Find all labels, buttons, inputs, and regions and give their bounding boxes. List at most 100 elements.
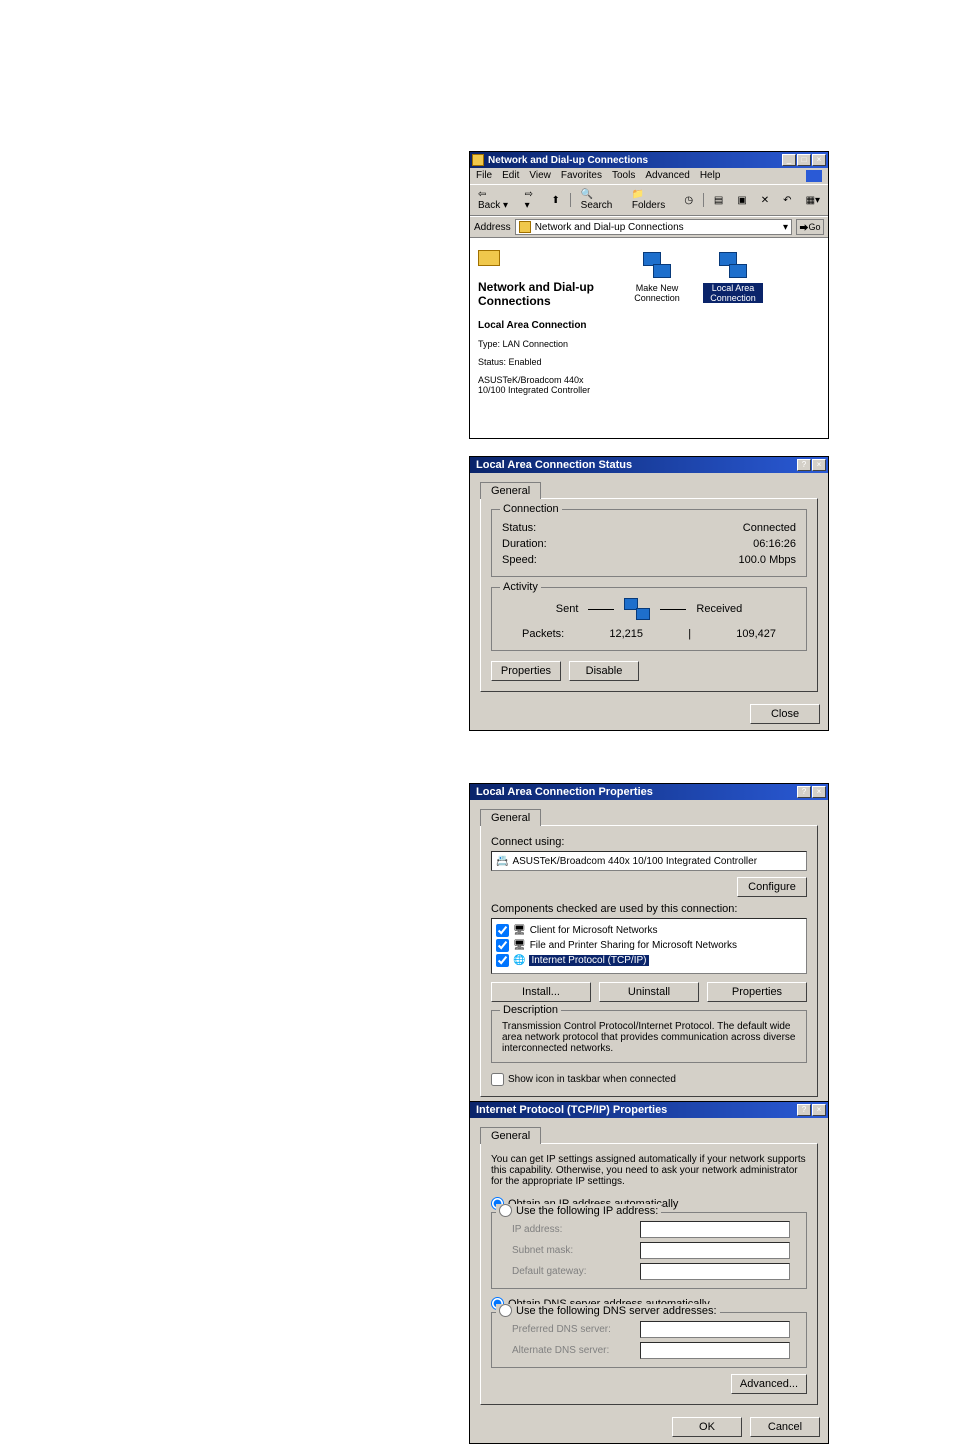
- tab-general[interactable]: General: [480, 809, 541, 826]
- tab-general[interactable]: General: [480, 482, 541, 499]
- gateway-input[interactable]: [640, 1263, 790, 1280]
- address-label: Address: [474, 222, 511, 233]
- toolbar: ⇦ Back ▾ ⇨ ▾ ⬆ 🔍 Search 📁 Folders ◷ ▤ ▣ …: [470, 184, 828, 216]
- component-fileshare[interactable]: 🖥File and Printer Sharing for Microsoft …: [496, 938, 802, 953]
- menu-help[interactable]: Help: [700, 170, 721, 182]
- adapter-name: ASUSTeK/Broadcom 440x 10/100 Integrated …: [512, 856, 757, 867]
- uninstall-button[interactable]: Uninstall: [599, 982, 699, 1002]
- description-group: Description Transmission Control Protoco…: [491, 1010, 807, 1063]
- search-button[interactable]: 🔍 Search: [577, 187, 622, 213]
- properties-button[interactable]: Properties: [491, 661, 561, 681]
- back-button[interactable]: ⇦ Back ▾: [474, 187, 515, 213]
- help-button[interactable]: ?: [797, 786, 811, 798]
- menu-file[interactable]: File: [476, 170, 492, 182]
- pdns-input[interactable]: [640, 1321, 790, 1338]
- component-client[interactable]: 🖥 Client for Microsoft Networks: [496, 923, 802, 938]
- description-text: Transmission Control Protocol/Internet P…: [502, 1021, 796, 1054]
- move-button[interactable]: ▤: [710, 193, 727, 208]
- connection-legend: Connection: [500, 503, 562, 515]
- line-icon: [588, 609, 614, 610]
- ok-button[interactable]: OK: [672, 1417, 742, 1437]
- folders-button[interactable]: 📁 Folders: [628, 187, 675, 213]
- views-button[interactable]: ▦▾: [802, 193, 824, 208]
- address-box[interactable]: Network and Dial-up Connections ▾: [515, 219, 792, 235]
- ip-field: IP address:: [494, 1219, 800, 1240]
- cancel-button[interactable]: Cancel: [750, 1417, 820, 1437]
- menu-advanced[interactable]: Advanced: [645, 170, 689, 182]
- speed-value: 100.0 Mbps: [739, 554, 796, 566]
- advanced-button[interactable]: Advanced...: [731, 1374, 807, 1394]
- make-new-connection[interactable]: Make New Connection: [627, 248, 687, 428]
- local-area-connection[interactable]: Local Area Connection: [703, 248, 763, 428]
- intro-text: You can get IP settings assigned automat…: [491, 1154, 807, 1187]
- use-ip-radio[interactable]: Use the following IP address:: [496, 1204, 661, 1217]
- install-button[interactable]: Install...: [491, 982, 591, 1002]
- separator: [570, 193, 571, 207]
- close-button[interactable]: ×: [812, 786, 826, 798]
- connect-using-label: Connect using:: [491, 836, 807, 848]
- chk[interactable]: [496, 924, 509, 937]
- close-button[interactable]: ×: [812, 1104, 826, 1116]
- status-label: Status:: [502, 522, 536, 534]
- dropdown-icon[interactable]: ▾: [783, 222, 788, 233]
- components-list[interactable]: 🖥 Client for Microsoft Networks 🖥File and…: [491, 918, 807, 974]
- chk[interactable]: [491, 1073, 504, 1086]
- menu-favorites[interactable]: Favorites: [561, 170, 602, 182]
- tcpip-title: Internet Protocol (TCP/IP) Properties: [472, 1104, 667, 1116]
- use-dns-radio[interactable]: Use the following DNS server addresses:: [496, 1304, 720, 1317]
- close-dialog-button[interactable]: Close: [750, 704, 820, 724]
- chk[interactable]: [496, 954, 509, 967]
- history-button[interactable]: ◷: [680, 193, 697, 208]
- minimize-button[interactable]: _: [782, 154, 796, 166]
- explorer-titlebar[interactable]: Network and Dial-up Connections _ □ ×: [470, 152, 828, 168]
- field-label: Default gateway:: [512, 1266, 632, 1277]
- help-button[interactable]: ?: [797, 1104, 811, 1116]
- up-button[interactable]: ⬆: [547, 193, 563, 208]
- folder-icon: [472, 154, 484, 166]
- forward-button[interactable]: ⇨ ▾: [521, 187, 542, 213]
- address-value: Network and Dial-up Connections: [535, 222, 684, 233]
- activity-legend: Activity: [500, 581, 541, 593]
- computer-icon: 🖥: [513, 925, 526, 936]
- lac-label: Local Area Connection: [703, 283, 763, 303]
- props-title: Local Area Connection Properties: [472, 786, 653, 798]
- chk[interactable]: [496, 939, 509, 952]
- maximize-button[interactable]: □: [797, 154, 811, 166]
- disable-button[interactable]: Disable: [569, 661, 639, 681]
- pane-heading: Network and Dial-up Connections: [478, 280, 607, 308]
- properties-button[interactable]: Properties: [707, 982, 807, 1002]
- duration-label: Duration:: [502, 538, 547, 550]
- sent-label: Sent: [556, 603, 579, 615]
- tab-general[interactable]: General: [480, 1127, 541, 1144]
- field-label: Subnet mask:: [512, 1245, 632, 1256]
- radio[interactable]: [499, 1304, 512, 1317]
- show-icon-checkbox[interactable]: Show icon in taskbar when connected: [491, 1073, 807, 1086]
- show-icon-label: Show icon in taskbar when connected: [508, 1074, 676, 1085]
- component-label: Client for Microsoft Networks: [530, 925, 658, 936]
- menu-edit[interactable]: Edit: [502, 170, 519, 182]
- help-button[interactable]: ?: [797, 459, 811, 471]
- undo-button[interactable]: ↶: [779, 193, 795, 208]
- radio[interactable]: [499, 1204, 512, 1217]
- line-icon: [660, 609, 686, 610]
- delete-button[interactable]: ✕: [757, 193, 773, 208]
- menu-view[interactable]: View: [529, 170, 551, 182]
- conn-device: ASUSTeK/Broadcom 440x 10/100 Integrated …: [478, 375, 607, 395]
- duration-value: 06:16:26: [753, 538, 796, 550]
- close-button[interactable]: ×: [812, 154, 826, 166]
- selected-name: Local Area Connection: [478, 320, 607, 331]
- nic-icon: 📇: [496, 856, 508, 867]
- packets-received: 109,427: [736, 628, 776, 640]
- configure-button[interactable]: Configure: [737, 877, 807, 897]
- mask-field: Subnet mask:: [494, 1240, 800, 1261]
- component-tcpip[interactable]: 🌐Internet Protocol (TCP/IP): [496, 953, 802, 968]
- share-icon: 🖥: [513, 940, 526, 951]
- network-folder-icon: [478, 250, 500, 266]
- mask-input[interactable]: [640, 1242, 790, 1259]
- go-button[interactable]: ⮕ Go: [796, 219, 824, 235]
- menu-tools[interactable]: Tools: [612, 170, 635, 182]
- close-button[interactable]: ×: [812, 459, 826, 471]
- ip-input[interactable]: [640, 1221, 790, 1238]
- activity-group: Activity Sent Received Packets: 12,215 |…: [491, 587, 807, 651]
- copy-button[interactable]: ▣: [733, 193, 750, 208]
